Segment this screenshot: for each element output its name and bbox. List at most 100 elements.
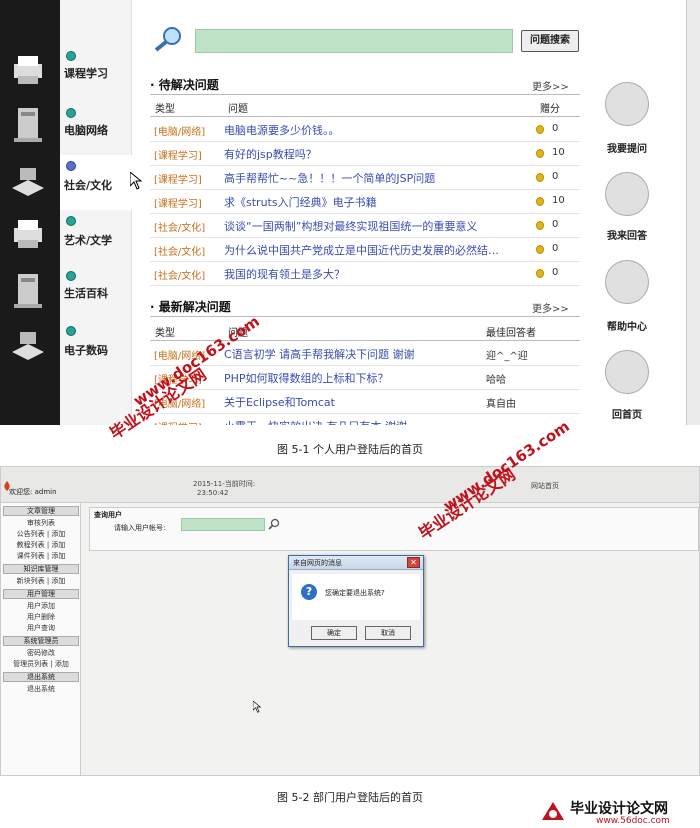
question-link[interactable]: PHP如何取得数组的上标和下标？ [224,370,389,386]
caption-figure-1: 图 5-1 个人用户登陆后的首页 [277,443,423,456]
coin-icon [536,173,544,182]
account-input[interactable] [181,518,265,531]
bullet-icon [66,326,76,336]
menu-item[interactable]: 课件列表 | 添加 [3,551,79,561]
menu-group-header[interactable]: 用户管理 [3,589,79,599]
category-course[interactable]: 课程学习 [60,45,132,100]
figure-personal-home: 课程学习 电脑网络 社会/文化 艺术/文学 生活百科 电子数码 问题搜索 · 待… [0,0,700,425]
menu-item[interactable]: 用户添加 [3,601,79,611]
laptop-icon [12,332,44,360]
question-link[interactable]: C语言初学 请高手帮我解决下问题 谢谢 [224,346,415,362]
home-label[interactable]: 回首页 [585,406,669,421]
question-type: [课程学习] [154,175,202,186]
question-link[interactable]: 小霸王…快实效出决 有几只有本 谢谢 [224,418,407,425]
table-row[interactable]: [课程学习] 高手帮帮忙~~急！！！一个简单的JSP问题 0 [150,166,580,190]
mouse-cursor-icon [130,172,142,190]
search-input[interactable] [195,29,513,53]
category-digital[interactable]: 电子数码 [60,320,132,375]
category-art[interactable]: 艺术/文学 [60,210,132,265]
menu-item[interactable]: 退出系统 [3,684,79,694]
question-link[interactable]: 求《struts入门经典》电子书籍 [224,194,377,210]
table-row[interactable]: [课程学习]小霸王…快实效出决 有几只有本 谢谢… [150,414,580,425]
category-computer[interactable]: 电脑网络 [60,100,132,155]
coin-icon [536,125,544,134]
bullet-icon [66,271,76,281]
menu-group-header[interactable]: 退出系统 [3,672,79,682]
solved-more-link[interactable]: 更多>> [532,300,569,315]
dialog-message: 您确定要退出系统? [325,589,385,597]
coin-icon [536,197,544,206]
pending-more-link[interactable]: 更多>> [532,78,569,93]
table-row[interactable]: [课程学习] PHP如何取得数组的上标和下标？ 哈哈 [150,366,580,390]
column-header-answerer: 最佳回答者 [486,328,536,339]
printer-icon [14,56,42,84]
ok-button[interactable]: 确定 [311,626,357,640]
menu-item[interactable]: 管理员列表 | 添加 [3,659,79,669]
menu-group-header[interactable]: 知识库管理 [3,564,79,574]
best-answerer: … [486,419,496,425]
table-row[interactable]: [社会/文化] 谈谈“一国两制”构想对最终实现祖国统一的重要意义 0 [150,214,580,238]
menu-item[interactable]: 新块列表 | 添加 [3,576,79,586]
help-label[interactable]: 帮助中心 [585,318,669,333]
search-icon[interactable] [268,518,280,530]
bullet-icon [66,51,76,61]
top-bar: 欢迎您: admin 2015-11-当前时间: 23:50:42 网站首页 [1,467,699,503]
scrollbar[interactable] [686,0,700,425]
question-link[interactable]: 我国的现有领土是多大？ [224,266,345,282]
welcome-text: 欢迎您: admin [9,488,57,496]
figure-department-home: 欢迎您: admin 2015-11-当前时间: 23:50:42 网站首页 文… [0,466,700,776]
question-link[interactable]: 有好的jsp教程吗？ [224,146,317,162]
menu-item[interactable]: 用户删除 [3,612,79,622]
question-link[interactable]: 为什么说中国共产党成立是中国近代历史发展的必然结… [224,242,499,258]
table-row[interactable]: [课程学习] 有好的jsp教程吗？ 10 [150,142,580,166]
coin-icon [536,269,544,278]
score-value: 0 [552,219,559,230]
table-row[interactable]: [课程学习] 求《struts入门经典》电子书籍 10 [150,190,580,214]
score-value: 0 [552,123,559,134]
score-value: 0 [552,243,559,254]
question-icon[interactable] [605,82,649,126]
answer-label[interactable]: 我来回答 [585,227,669,242]
question-link[interactable]: 高手帮帮忙~~急！！！一个简单的JSP问题 [224,170,435,186]
printer-icon [14,220,42,248]
datetime-line2: 23:50:42 [197,489,229,497]
panel-title: 查询用户 [94,511,122,519]
close-icon[interactable]: ✕ [407,557,420,568]
quick-actions: 我要提问 我来回答 帮助中心 回首页 [585,60,685,425]
question-link[interactable]: 电脑电源要多少价钱。。 [224,122,340,138]
confirm-dialog: 来自网页的消息 ✕ ? 您确定要退出系统? 确定 取消 [288,555,424,647]
menu-item[interactable]: 公告列表 | 添加 [3,529,79,539]
category-label: 生活百科 [64,287,108,300]
category-life[interactable]: 生活百科 [60,265,132,320]
score-value: 0 [552,267,559,278]
menu-item[interactable]: 审核列表 [3,518,79,528]
question-link[interactable]: 关于Eclipse和Tomcat [224,394,335,410]
table-row[interactable]: [社会/文化] 为什么说中国共产党成立是中国近代历史发展的必然结… 0 [150,238,580,262]
ask-label[interactable]: 我要提问 [585,140,669,155]
site-home-link[interactable]: 网站首页 [531,481,559,491]
mouse-cursor-icon [253,701,261,713]
bullet-icon [66,161,76,171]
column-header-type: 类型 [155,328,175,339]
table-row[interactable]: [电脑/网络] 电脑电源要多少价钱。。 0 [150,118,580,142]
category-society[interactable]: 社会/文化 [60,155,132,210]
column-header-score: 赠分 [540,104,560,115]
help-icon[interactable] [605,260,649,304]
menu-item[interactable]: 密码修改 [3,648,79,658]
divider [150,316,580,317]
menu-group-header[interactable]: 文章管理 [3,506,79,516]
cancel-button[interactable]: 取消 [365,626,411,640]
question-type: [社会/文化] [154,247,206,258]
menu-item[interactable]: 用户查询 [3,623,79,633]
best-answerer: 迎^_^迎 [486,351,528,362]
search-button[interactable]: 问题搜索 [521,30,579,52]
menu-item[interactable]: 教程列表 | 添加 [3,540,79,550]
answer-icon[interactable] [605,172,649,216]
menu-group-header[interactable]: 系统管理员 [3,636,79,646]
table-row[interactable]: [社会/文化] 我国的现有领土是多大？ 0 [150,262,580,286]
question-link[interactable]: 谈谈“一国两制”构想对最终实现祖国统一的重要意义 [224,218,477,234]
brand-url: www.56doc.com [596,816,670,826]
table-row[interactable]: [电脑/网络] 关于Eclipse和Tomcat 真自由 [150,390,580,414]
home-icon[interactable] [605,350,649,394]
logo-icon [542,802,564,820]
